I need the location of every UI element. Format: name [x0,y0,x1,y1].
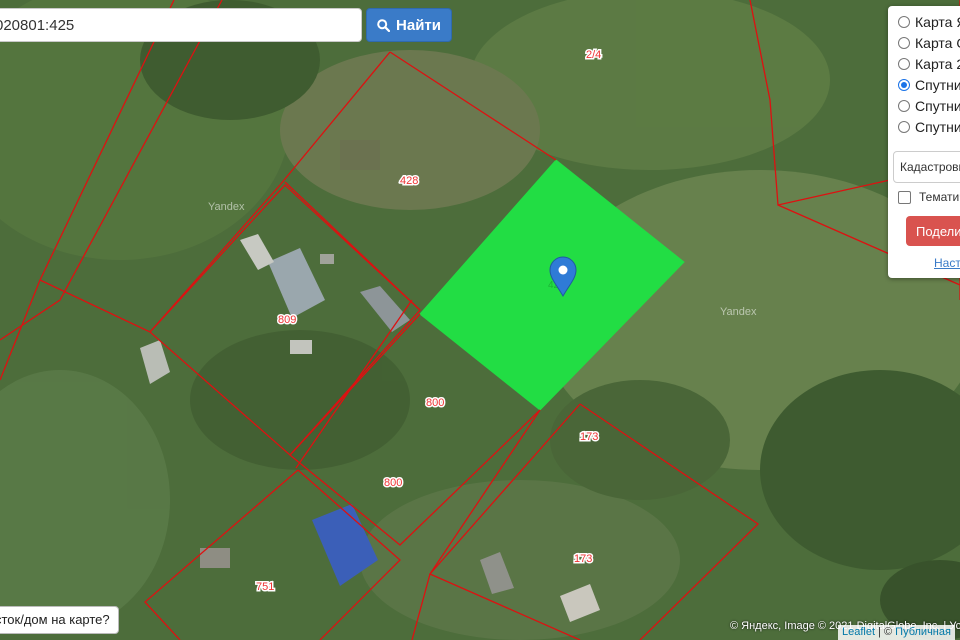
thematic-checkbox[interactable] [898,190,911,204]
radio-button[interactable] [898,16,910,28]
layer-option-label: Карта 2 [915,56,960,72]
parcel-label: 800 [384,477,402,489]
find-on-map-tip[interactable]: сток/дом на карте? [0,606,119,634]
parcel-label: 809 [278,314,296,326]
search-icon [377,18,391,32]
layer-option[interactable]: Спутни [898,119,960,135]
layer-option-label: Карта О [915,35,960,51]
thematic-label: Тематич [919,190,960,204]
yandex-watermark: Yandex [208,201,245,213]
layer-option[interactable]: Карта Я [898,14,960,30]
attribution-separator: | © [875,626,896,638]
radio-button-checked[interactable] [898,79,910,91]
public-map-link[interactable]: Публичная [895,626,951,638]
share-button[interactable]: Подели [906,216,960,246]
parcel-label: 428 [400,175,418,187]
leaflet-link[interactable]: Leaflet [842,626,875,638]
layer-option[interactable]: Карта О [898,35,960,51]
radio-button[interactable] [898,121,910,133]
layer-option[interactable]: Карта 2 [898,56,960,72]
layers-panel: Карта Я Карта О Карта 2 Спутни Спутни Сп… [888,6,960,278]
cadastral-search-input[interactable] [0,8,362,42]
search-button[interactable]: Найти [366,8,452,42]
radio-button[interactable] [898,58,910,70]
radio-button[interactable] [898,100,910,112]
search-button-label: Найти [396,16,441,34]
parcel-label: 2/4 [586,49,601,61]
satellite-map[interactable]: 425 2/4 428 809 800 800 173 173 751 Yand… [0,0,960,640]
layer-option-selected[interactable]: Спутни [898,77,960,93]
layer-option-label: Спутни [915,98,960,114]
radio-button[interactable] [898,37,910,49]
layer-option[interactable]: Спутни [898,98,960,114]
settings-link[interactable]: Наст [934,256,960,270]
layer-option-label: Спутни [915,77,960,93]
parcel-label: 800 [426,397,444,409]
leaflet-attribution: Leaflet | © Публичная [838,625,955,640]
cadastral-layer-select[interactable]: Кадастровы [893,151,960,183]
yandex-watermark: Yandex [720,306,757,318]
parcel-label: 751 [256,581,274,593]
thematic-checkbox-row[interactable]: Тематич [898,190,960,204]
parcel-label: 173 [580,431,598,443]
layer-option-label: Карта Я [915,14,960,30]
parcel-label: 173 [574,553,592,565]
layer-option-label: Спутни [915,119,960,135]
